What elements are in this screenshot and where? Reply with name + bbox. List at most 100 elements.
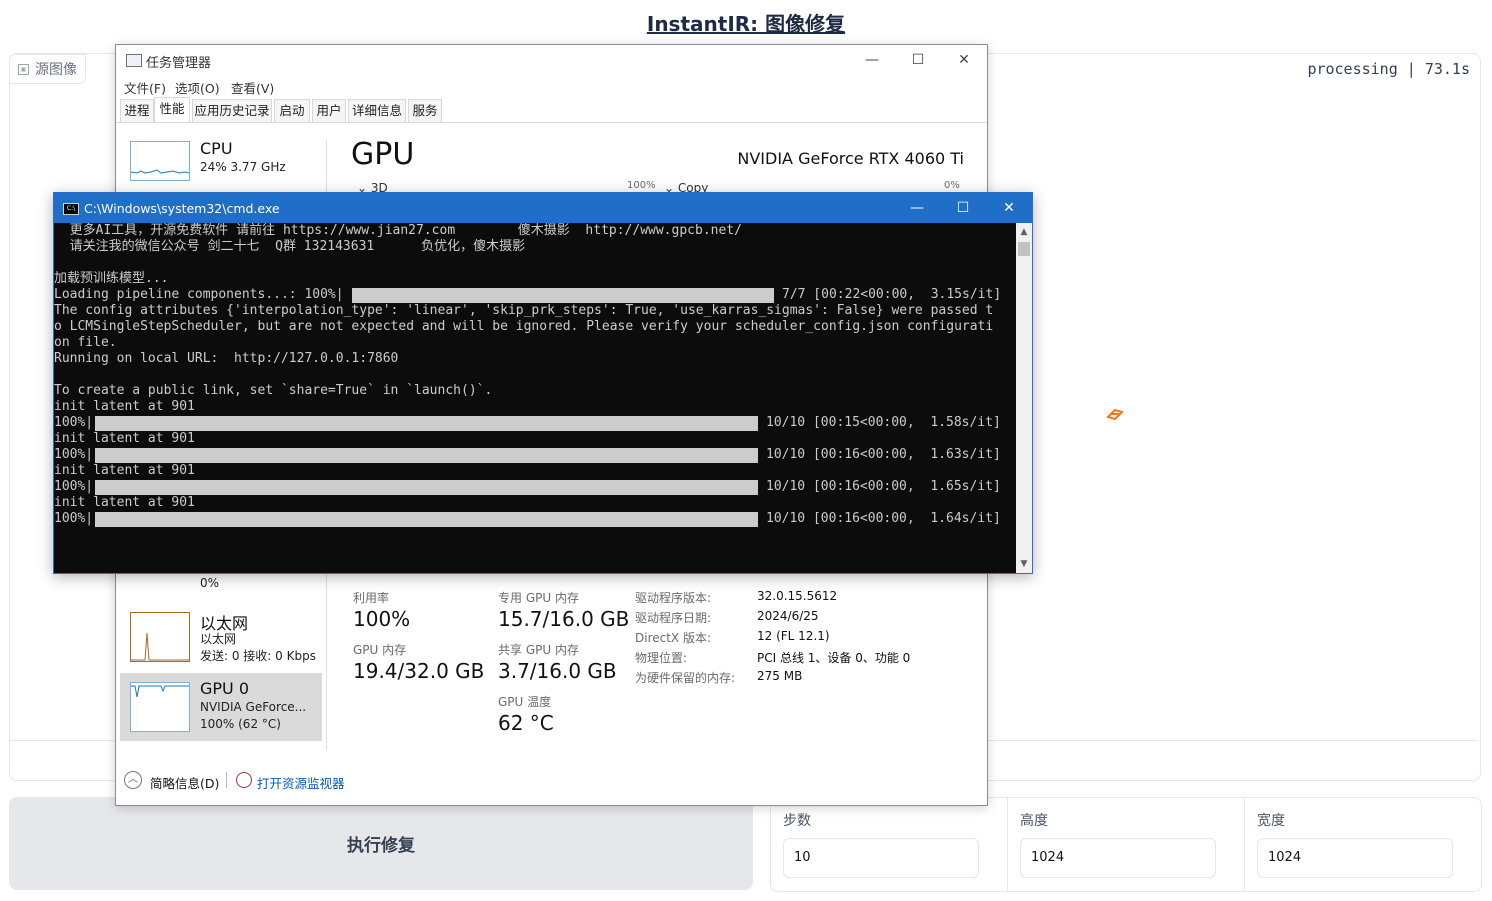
tab-processes[interactable]: 进程: [120, 99, 154, 122]
run-restore-button[interactable]: 执行修复: [9, 797, 753, 890]
sidebar-item-ethernet[interactable]: 以太网 以太网 发送: 0 接收: 0 Kbps: [120, 605, 322, 665]
width-input[interactable]: 1024: [1257, 838, 1453, 878]
task-manager-footer: ︿ 简略信息(D) 打开资源监视器: [116, 763, 987, 796]
open-resource-monitor-link[interactable]: 打开资源监视器: [257, 773, 345, 792]
cmd-output[interactable]: 更多AI工具，开源免费软件 请前往 https://www.jian27.com…: [54, 223, 1016, 573]
tab-app-history[interactable]: 应用历史记录: [192, 99, 272, 122]
minimize-button[interactable]: —: [849, 45, 895, 75]
height-param: 高度 1024: [1008, 798, 1244, 891]
menu-view[interactable]: 查看(V): [231, 78, 274, 97]
chevron-up-icon[interactable]: ︿: [124, 771, 142, 789]
ethernet-graph-thumbnail: [130, 612, 190, 662]
tab-services[interactable]: 服务: [408, 99, 442, 122]
source-image-label: 源图像: [35, 62, 77, 78]
graph-3d-pct: 100%: [627, 180, 656, 191]
params-panel: 步数 10 高度 1024 宽度 1024: [770, 797, 1482, 892]
progress-suffix: 10/10 [00:16<00:00, 1.65s/it]: [766, 479, 1001, 494]
cmd-close-button[interactable]: ✕: [986, 193, 1032, 223]
console-line: Running on local URL: http://127.0.0.1:7…: [54, 351, 399, 366]
cmd-minimize-button[interactable]: —: [894, 193, 940, 223]
location-value: PCI 总线 1、设备 0、功能 0: [757, 651, 911, 665]
footer-divider: [226, 772, 227, 788]
progress-bar: [95, 512, 758, 527]
sidebar-item-gpu[interactable]: GPU 0 NVIDIA GeForce... 100% (62 °C): [120, 673, 322, 741]
progress-suffix: 10/10 [00:15<00:00, 1.58s/it]: [766, 415, 1001, 430]
console-line: on file.: [54, 335, 117, 350]
progress-suffix: 7/7 [00:22<00:00, 3.15s/it]: [782, 287, 1002, 302]
tab-performance[interactable]: 性能: [154, 97, 190, 122]
driver-date-value: 2024/6/25: [757, 609, 819, 623]
page-title: InstantIR: 图像修复: [646, 12, 846, 36]
scroll-thumb[interactable]: [1018, 242, 1030, 256]
sidebar-item-cpu[interactable]: CPU 24% 3.77 GHz: [120, 135, 322, 185]
tab-bar: 进程 性能 应用历史记录 启动 用户 详细信息 服务: [116, 97, 987, 123]
title-bar[interactable]: 任务管理器 — ☐ ✕: [116, 45, 987, 75]
menu-options[interactable]: 选项(O): [175, 78, 220, 97]
source-image-tab: ▣ 源图像: [9, 54, 86, 84]
disk-value: 0%: [200, 576, 220, 590]
progress-bar: [95, 480, 758, 495]
scroll-up-icon[interactable]: ▲: [1016, 224, 1032, 240]
directx-key: DirectX 版本:: [635, 631, 712, 645]
console-line: 100%|: [54, 415, 94, 430]
directx-value: 12 (FL 12.1): [757, 629, 830, 643]
width-param: 宽度 1024: [1245, 798, 1481, 891]
window-title: 任务管理器: [146, 56, 212, 71]
maximize-button[interactable]: ☐: [895, 45, 941, 75]
progress-suffix: 10/10 [00:16<00:00, 1.63s/it]: [766, 447, 1001, 462]
cpu-graph-thumbnail: [130, 141, 190, 181]
resource-monitor-icon: [236, 772, 252, 788]
console-line: init latent at 901: [54, 431, 195, 446]
cmd-window-title: C:\Windows\system32\cmd.exe: [84, 201, 280, 216]
tab-startup[interactable]: 启动: [274, 99, 310, 122]
cmd-maximize-button[interactable]: ☐: [940, 193, 986, 223]
gpu-temp-label: GPU 温度: [498, 695, 552, 709]
console-line: 100%|: [54, 447, 94, 462]
dedicated-mem-value: 15.7/16.0 GB: [498, 607, 630, 631]
scroll-down-icon[interactable]: ▼: [1016, 556, 1032, 572]
console-line: Loading pipeline components...: 100%|: [54, 287, 344, 302]
close-button[interactable]: ✕: [941, 45, 987, 75]
dedicated-mem-label: 专用 GPU 内存: [498, 591, 579, 605]
gpu-sub: NVIDIA GeForce...: [200, 700, 307, 714]
gpu-mem-label: GPU 内存: [353, 643, 407, 657]
shared-mem-value: 3.7/16.0 GB: [498, 659, 617, 683]
progress-bar: [95, 416, 758, 431]
console-line: 更多AI工具，开源免费软件 请前往 https://www.jian27.com…: [54, 223, 742, 238]
gpu-mem-value: 19.4/32.0 GB: [353, 659, 485, 683]
driver-version-value: 32.0.15.5612: [757, 589, 838, 603]
console-line: init latent at 901: [54, 463, 195, 478]
cmd-scrollbar[interactable]: ▲ ▼: [1016, 223, 1032, 573]
steps-param: 步数 10: [771, 798, 1007, 891]
tab-details[interactable]: 详细信息: [348, 99, 406, 122]
gpu-temp-value: 62 °C: [498, 711, 554, 735]
brief-info-link[interactable]: 简略信息(D): [150, 773, 219, 792]
steps-label: 步数: [783, 813, 811, 829]
menu-file[interactable]: 文件(F): [124, 78, 166, 97]
menu-bar: 文件(F) 选项(O) 查看(V): [116, 75, 987, 97]
tab-users[interactable]: 用户: [312, 99, 346, 122]
location-key: 物理位置:: [635, 651, 688, 665]
gpu-graph-thumbnail: [130, 682, 190, 732]
reserved-mem-key: 为硬件保留的内存:: [635, 671, 736, 685]
gpu-heading: GPU: [351, 137, 415, 172]
cmd-window: C:\ C:\Windows\system32\cmd.exe — ☐ ✕ 更多…: [53, 192, 1033, 574]
cmd-title-bar[interactable]: C:\ C:\Windows\system32\cmd.exe — ☐ ✕: [54, 193, 1032, 223]
console-line: 100%|: [54, 479, 94, 494]
loading-spinner-icon: [1106, 408, 1124, 420]
utilization-value: 100%: [353, 607, 411, 631]
steps-input[interactable]: 10: [783, 838, 979, 878]
console-line: o LCMSingleStepScheduler, but are not ex…: [54, 319, 994, 334]
gpu-model: NVIDIA GeForce RTX 4060 Ti: [737, 149, 964, 168]
graph-copy-pct: 0%: [944, 180, 960, 191]
image-icon: ▣: [18, 63, 29, 75]
height-input[interactable]: 1024: [1020, 838, 1216, 878]
progress-bar: [352, 288, 774, 303]
reserved-mem-value: 275 MB: [757, 669, 803, 683]
gpu-usage: 100% (62 °C): [200, 717, 281, 731]
cpu-name: CPU: [200, 139, 233, 158]
cmd-icon: C:\: [63, 203, 79, 215]
task-manager-icon: [126, 54, 142, 67]
progress-bar: [95, 448, 758, 463]
driver-version-key: 驱动程序版本:: [635, 591, 712, 605]
